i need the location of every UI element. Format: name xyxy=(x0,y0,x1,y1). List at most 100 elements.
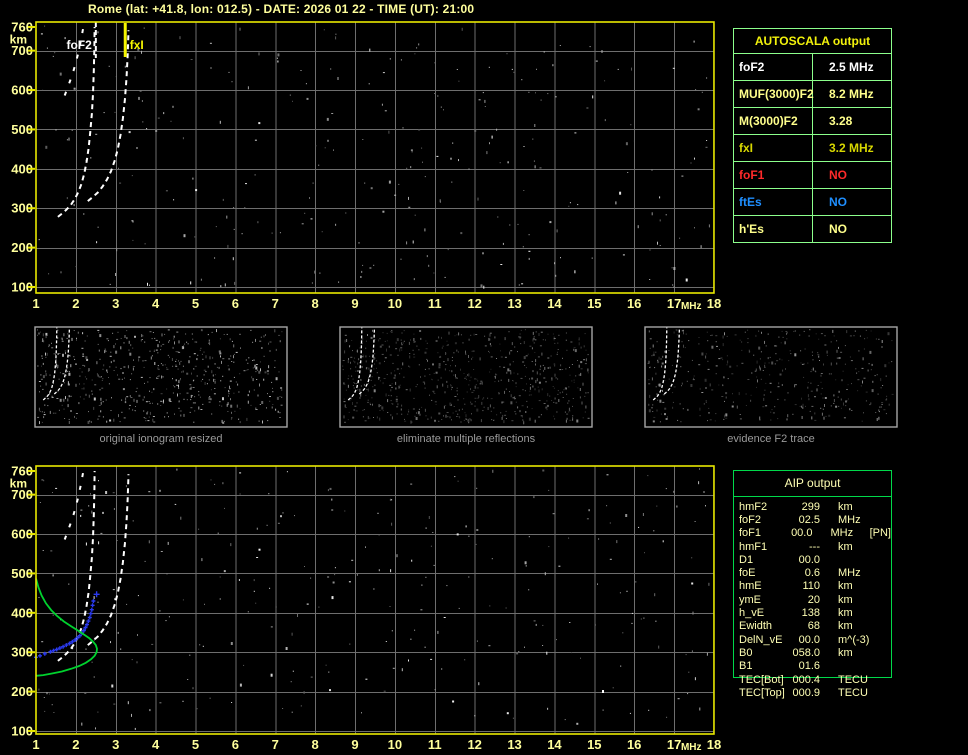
x-axis-tick-label: 13 xyxy=(507,737,521,752)
x-axis-tick-label: 13 xyxy=(507,296,521,311)
x-axis-tick-label: 4 xyxy=(152,296,160,311)
second-hop-echo-series xyxy=(63,470,85,540)
x-axis-tick-label: 18 xyxy=(707,737,721,752)
aip-param-value: --- xyxy=(809,540,820,553)
x-axis-tick-label: 4 xyxy=(152,737,160,752)
aip-row: B1 01.6 xyxy=(734,660,891,673)
param-value: 8.2 MHz xyxy=(829,87,874,101)
aip-param-label: Ewidth xyxy=(739,620,773,633)
x-axis-tick-label: 10 xyxy=(388,737,402,752)
aip-rows: hmF2 299 km foF2 02.5 MHz foF1 00.0 MHz [PN] hmF1 -… xyxy=(734,497,891,699)
aip-param-value: 000.4 xyxy=(792,673,820,686)
f2-ordinary-echo-trace-series xyxy=(42,326,58,401)
x-axis-tick-label: 12 xyxy=(467,737,481,752)
fxI-marker-label: fxI xyxy=(130,38,144,52)
y-axis-unit-label: km xyxy=(10,33,27,47)
aip-param-value: 000.9 xyxy=(792,686,820,699)
param-label: MUF(3000)F2 xyxy=(734,81,814,107)
y-axis-unit-label: km xyxy=(10,477,27,491)
x-axis-tick-label: 2 xyxy=(72,296,79,311)
param-value: NO xyxy=(829,168,847,182)
x-axis-tick-label: 16 xyxy=(627,737,641,752)
param-value: 3.2 MHz xyxy=(829,141,874,155)
table-row: h'Es NO xyxy=(734,216,891,242)
param-value: NO xyxy=(829,222,847,236)
aip-param-value: 110 xyxy=(802,580,820,593)
second-hop-echo-series xyxy=(63,26,85,96)
aip-param-label: h_vE xyxy=(739,607,765,620)
x-axis-tick-label: 5 xyxy=(192,296,199,311)
autoscala-output-table: AUTOSCALA output foF2 2.5 MHz MUF(3000)F… xyxy=(733,28,892,243)
foF2-marker-label: foF2 xyxy=(66,38,92,52)
aip-row: hmE 110 km xyxy=(734,580,891,593)
x-axis-tick-label: 6 xyxy=(232,296,239,311)
aip-param-value: 058.0 xyxy=(792,646,820,659)
aip-param-unit: m^(-3) xyxy=(838,633,870,646)
panel-caption-nomultiples: eliminate multiple reflections xyxy=(396,433,536,445)
aip-param-label: DelN_vE xyxy=(739,633,783,646)
param-value: NO xyxy=(829,195,847,209)
aip-param-value: 02.5 xyxy=(798,513,820,526)
aip-param-unit: km xyxy=(838,593,853,606)
param-label: ftEs xyxy=(734,189,813,215)
table-row: foF1 NO xyxy=(734,162,891,189)
aip-param-unit: km xyxy=(838,607,853,620)
x-axis-tick-label: 9 xyxy=(351,737,358,752)
aip-row: foF1 00.0 MHz [PN] xyxy=(734,527,891,540)
table-row: ftEs NO xyxy=(734,189,891,216)
aip-param-label: B1 xyxy=(739,660,753,673)
x-axis-tick-label: 17 xyxy=(667,737,681,752)
autoscala-table-title: AUTOSCALA output xyxy=(734,29,891,54)
aip-param-unit: km xyxy=(838,620,853,633)
aip-row: D1 00.0 xyxy=(734,553,891,566)
aip-row: h_vE 138 km xyxy=(734,606,891,619)
param-label: foF1 xyxy=(734,162,813,188)
panel-caption-f2trace: evidence F2 trace xyxy=(727,433,815,445)
panel-evidence xyxy=(644,326,898,428)
aip-param-label: TEC[Top] xyxy=(739,686,785,699)
aip-param-label: hmE xyxy=(739,580,762,593)
param-value: 3.28 xyxy=(829,114,853,128)
aip-param-unit: km xyxy=(838,580,853,593)
aip-row: B0 058.0 km xyxy=(734,646,891,659)
aip-row: foE 0.6 MHz xyxy=(734,566,891,579)
table-row: foF2 2.5 MHz xyxy=(734,54,891,81)
x-axis-unit-label: MHz xyxy=(681,742,702,753)
aip-row: ymE 20 km xyxy=(734,593,891,606)
aip-row: TEC[Top] 000.9 TECU xyxy=(734,686,891,699)
profile-ionogram-plot: 760700600500400300200100km1 2 3 4 5 6 7 8 9 10 11 1… xyxy=(10,464,722,754)
aip-param-label: foE xyxy=(739,567,756,580)
x-axis-tick-label: 17 xyxy=(667,296,681,311)
x-axis-tick-label: 7 xyxy=(272,737,279,752)
aip-output-table: AIP output hmF2 299 km foF2 02.5 MHz foF1 00.0 M… xyxy=(733,470,892,699)
x-axis-tick-label: 3 xyxy=(112,296,119,311)
aip-param-value: 68 xyxy=(807,620,820,633)
aip-param-unit: MHz xyxy=(838,567,861,580)
f2-ordinary-echo-trace-series xyxy=(652,326,668,401)
x-axis-tick-label: 11 xyxy=(428,737,442,752)
panel-nomult xyxy=(339,326,593,428)
aip-param-unit: km xyxy=(838,540,853,553)
aip-param-label: ymE xyxy=(739,593,761,606)
aip-param-value: 00.0 xyxy=(798,633,820,646)
aip-param-label: TEC[Bot] xyxy=(739,673,784,686)
x-axis-tick-label: 5 xyxy=(192,737,199,752)
x-axis-tick-label: 12 xyxy=(467,296,481,311)
main-ionogram-plot: foF2 fxI760700600500400300200100km1 2 3 4 5 6 7… xyxy=(10,20,722,313)
aip-param-label: foF1 xyxy=(739,527,762,540)
x-axis-tick-label: 14 xyxy=(547,737,562,752)
aip-param-value: 299 xyxy=(801,500,820,513)
x-axis-tick-label: 11 xyxy=(428,296,442,311)
page-title: Rome (lat: +41.8, lon: 012.5) - DATE: 20… xyxy=(88,2,475,16)
aip-param-value: 00.0 xyxy=(798,553,820,566)
aip-param-label: hmF2 xyxy=(739,500,768,513)
aip-param-value: 0.6 xyxy=(804,567,820,580)
x-axis-tick-label: 1 xyxy=(32,296,39,311)
x-axis-tick-label: 8 xyxy=(312,737,319,752)
x-axis-tick-label: 14 xyxy=(547,296,562,311)
x-axis-tick-label: 8 xyxy=(312,296,319,311)
aip-param-unit: TECU xyxy=(838,673,868,686)
aip-param-label: D1 xyxy=(739,553,754,566)
x-axis-tick-label: 16 xyxy=(627,296,641,311)
param-label: h'Es xyxy=(734,216,813,242)
